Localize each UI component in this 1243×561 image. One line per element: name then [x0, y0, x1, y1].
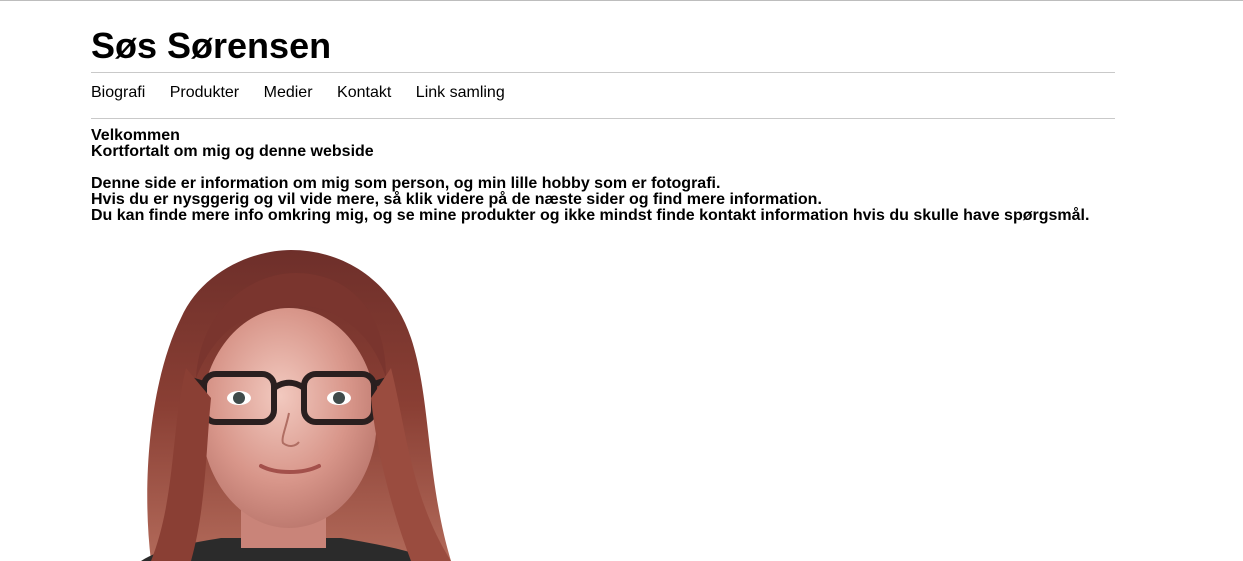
nav-link-kontakt[interactable]: Kontakt — [337, 83, 391, 103]
intro-paragraph-1: Denne side er information om mig som per… — [91, 175, 721, 192]
nav-link-biografi[interactable]: Biografi — [91, 83, 145, 103]
top-border — [0, 0, 1243, 1]
main-content: Velkommen Kortfortalt om mig og denne we… — [91, 128, 1089, 224]
nav-link-produkter[interactable]: Produkter — [170, 83, 239, 103]
site-title: Søs Sørensen — [91, 25, 332, 66]
face-shape — [201, 308, 377, 528]
nav-link-medier[interactable]: Medier — [264, 83, 313, 103]
welcome-subheading: Kortfortalt om mig og denne webside — [91, 143, 374, 160]
nav-divider — [91, 118, 1115, 119]
header-divider — [91, 72, 1115, 73]
intro-paragraph-2: Hvis du er nysggerig og vil vide mere, s… — [91, 191, 822, 208]
pupil-right — [333, 392, 345, 404]
intro-paragraph-3: Du kan finde mere info omkring mig, og s… — [91, 207, 1090, 224]
welcome-heading: Velkommen — [91, 127, 180, 144]
portrait-photo — [91, 228, 471, 561]
main-nav: Biografi Produkter Medier Kontakt Link s… — [91, 83, 505, 103]
pupil-left — [233, 392, 245, 404]
nav-link-link-samling[interactable]: Link samling — [416, 83, 505, 103]
